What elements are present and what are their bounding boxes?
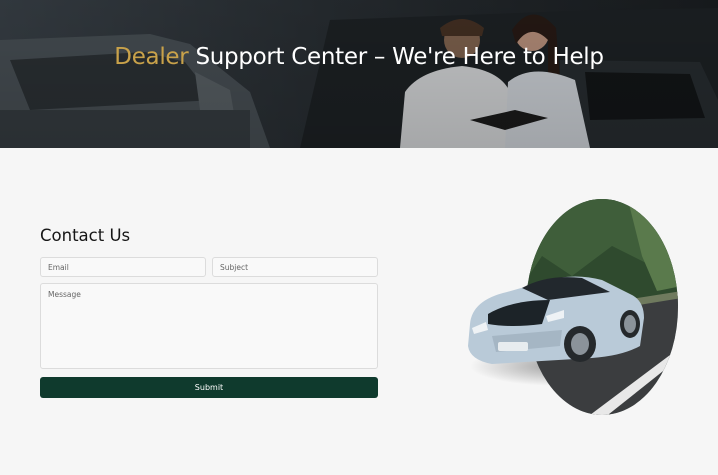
message-field[interactable] <box>40 283 378 369</box>
subject-field[interactable] <box>212 257 378 277</box>
submit-button[interactable]: Submit <box>40 377 378 398</box>
hero-title: Dealer Support Center – We're Here to He… <box>0 42 718 73</box>
hero-overlay <box>0 0 718 148</box>
car-illustration <box>468 276 644 364</box>
email-field[interactable] <box>40 257 206 277</box>
hero-banner: Dealer Support Center – We're Here to He… <box>0 0 718 148</box>
car-image <box>452 196 688 432</box>
hero-title-accent: Dealer <box>114 44 189 70</box>
contact-heading: Contact Us <box>40 226 131 245</box>
hero-title-rest: Support Center – We're Here to Help <box>188 44 604 70</box>
